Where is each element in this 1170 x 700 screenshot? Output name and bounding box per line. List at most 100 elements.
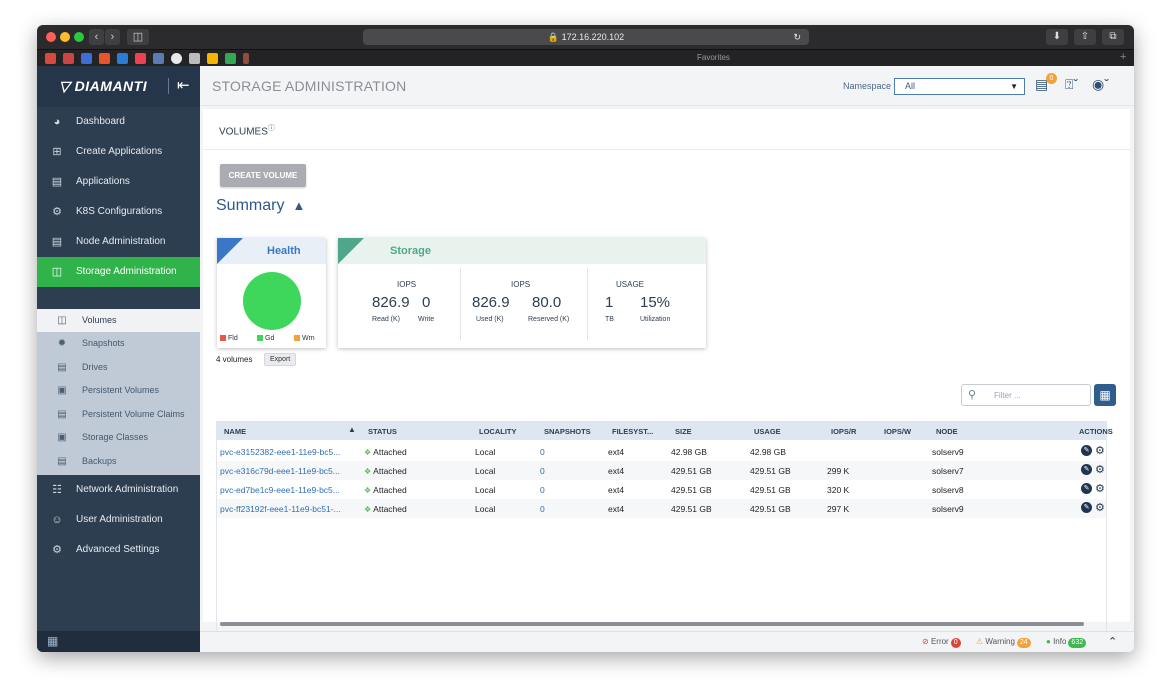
status-text: Attached (373, 447, 407, 457)
sidebar-item-user-administration[interactable]: ☺ User Administration (37, 505, 200, 535)
favorite-gmail-icon[interactable] (45, 53, 56, 64)
export-button[interactable]: Export (264, 353, 297, 366)
favorite-mail-icon[interactable] (63, 53, 74, 64)
sidebar-item-node-administration[interactable]: ▤ Node Administration (37, 227, 200, 257)
submenu-item-persistent-volumes[interactable]: ▣ Persistent Volumes (37, 379, 200, 402)
info-icon[interactable]: ⓘ (268, 125, 275, 132)
minimize-window-button[interactable] (60, 32, 70, 42)
size-cell: 429.51 GB (671, 485, 712, 495)
column-header-locality[interactable]: LOCALITY (479, 427, 517, 436)
column-header-snapshots[interactable]: SNAPSHOTS (544, 427, 591, 436)
edit-icon[interactable]: ✎ (1081, 483, 1092, 494)
volume-name-link[interactable]: pvc-e3152382-eee1-11e9-bc5... (220, 447, 340, 457)
namespace-label: Namespace (843, 81, 892, 91)
settings-cog-icon[interactable]: ⚙ (1095, 463, 1105, 476)
help-icon[interactable]: ⍰ˇ (1065, 76, 1078, 93)
favorite-folder-icon[interactable] (243, 53, 249, 64)
calendar-icon[interactable]: ▦ (47, 634, 58, 648)
summary-label: Summary (216, 197, 285, 214)
sidebar-item-applications[interactable]: ▤ Applications (37, 167, 200, 197)
settings-cog-icon[interactable]: ⚙ (1095, 501, 1105, 514)
column-header-filesystem[interactable]: FILESYST... (612, 427, 653, 436)
column-chooser-button[interactable]: ▦ (1094, 384, 1116, 406)
health-legend-warning: Wrn (294, 335, 315, 342)
main-content: VOLUMESⓘ CREATE VOLUME Summary ▲ Health F… (203, 109, 1130, 635)
downloads-icon[interactable]: ⬇ (1046, 29, 1068, 45)
submenu-item-backups[interactable]: ▤ Backups (37, 450, 200, 473)
volume-name-link[interactable]: pvc-ff23192f-eee1-11e9-bc51-... (220, 504, 341, 514)
summary-toggle[interactable]: Summary ▲ (216, 197, 305, 215)
sidebar-item-advanced-settings[interactable]: ⚙ Advanced Settings (37, 535, 200, 565)
info-status[interactable]: ● Info 632 (1046, 637, 1087, 648)
snapshots-cell[interactable]: 0 (540, 466, 545, 476)
favorite-office-icon[interactable] (99, 53, 110, 64)
snapshots-cell[interactable]: 0 (540, 447, 545, 457)
column-header-iops-w[interactable]: IOPS/W (884, 427, 911, 436)
column-header-iops-r[interactable]: IOPS/R (831, 427, 856, 436)
sort-up-icon[interactable]: ▲ (348, 425, 356, 434)
database-icon: ◫ (57, 315, 67, 326)
snapshots-cell[interactable]: 0 (540, 504, 545, 514)
column-header-node[interactable]: NODE (936, 427, 958, 436)
tabs-icon[interactable]: ⧉ (1102, 29, 1124, 45)
submenu-item-volumes[interactable]: ◫ Volumes (37, 309, 200, 332)
collapse-menu-icon[interactable]: ⇤ (177, 76, 190, 94)
forward-button[interactable]: › (105, 29, 120, 45)
reload-icon[interactable]: ↻ (793, 29, 801, 45)
column-header-size[interactable]: SIZE (675, 427, 692, 436)
submenu-item-drives[interactable]: ▤ Drives (37, 356, 200, 379)
edit-icon[interactable]: ✎ (1081, 502, 1092, 513)
settings-cog-icon[interactable]: ⚙ (1095, 482, 1105, 495)
sidebar-toggle-button[interactable]: ◫ (127, 29, 149, 45)
namespace-select[interactable]: All ▼ (894, 78, 1025, 95)
brand-logo[interactable]: ▽ DIAMANTI (59, 78, 147, 95)
settings-cog-icon[interactable]: ⚙ (1095, 444, 1105, 457)
user-avatar-icon[interactable]: ◉ˇ (1092, 76, 1109, 93)
submenu-item-snapshots[interactable]: ✹ Snapshots (37, 332, 200, 355)
favorite-github-icon[interactable] (171, 53, 182, 64)
sidebar-item-network-administration[interactable]: ☷ Network Administration (37, 475, 200, 505)
share-icon[interactable]: ⇧ (1074, 29, 1096, 45)
submenu-item-persistent-volume-claims[interactable]: ▤ Persistent Volume Claims (37, 403, 200, 426)
browser-titlebar: ‹ › ◫ 🔒 172.16.220.102 ↻ ⬇ ⇧ ⧉ (37, 25, 1134, 49)
iops-r-cell: 299 K (827, 466, 850, 476)
backup-icon: ▤ (57, 456, 67, 467)
warning-status[interactable]: ⚠ Warning 24 (976, 637, 1031, 648)
column-header-name[interactable]: NAME (224, 427, 246, 436)
column-header-status[interactable]: STATUS (368, 427, 397, 436)
filter-input[interactable]: ⚲ Filter ... (961, 384, 1091, 406)
horizontal-scrollbar[interactable] (220, 622, 1084, 626)
back-button[interactable]: ‹ (89, 29, 104, 45)
usage-cell: 429.51 GB (750, 466, 791, 476)
edit-icon[interactable]: ✎ (1081, 445, 1092, 456)
camera-shutter-icon: ✹ (57, 338, 67, 349)
new-tab-icon[interactable]: + (1120, 51, 1126, 63)
edit-icon[interactable]: ✎ (1081, 464, 1092, 475)
snapshots-cell[interactable]: 0 (540, 485, 545, 495)
zoom-window-button[interactable] (74, 32, 84, 42)
volume-name-link[interactable]: pvc-ed7be1c9-eee1-11e9-bc5... (220, 485, 340, 495)
favorite-calendar-icon[interactable] (81, 53, 92, 64)
favorite-camera-icon[interactable] (189, 53, 200, 64)
chevron-up-icon[interactable]: ⌃ (1108, 635, 1117, 648)
close-window-button[interactable] (46, 32, 56, 42)
submenu-item-storage-classes[interactable]: ▣ Storage Classes (37, 426, 200, 449)
favorite-pocket-icon[interactable] (135, 53, 146, 64)
favorite-tool-icon[interactable] (153, 53, 164, 64)
sidebar-item-label: Advanced Settings (76, 544, 160, 555)
database-icon (338, 238, 364, 264)
favorite-drive-icon[interactable] (207, 53, 218, 64)
address-bar[interactable]: 🔒 172.16.220.102 ↻ (363, 29, 809, 45)
sidebar-item-create-applications[interactable]: ⊞ Create Applications (37, 137, 200, 167)
table-header: NAME ▲ STATUS LOCALITY SNAPSHOTS FILESYS… (217, 422, 1113, 440)
locality-cell: Local (475, 447, 496, 457)
sidebar-item-k8s-configurations[interactable]: ⚙ K8S Configurations (37, 197, 200, 227)
sidebar-item-dashboard[interactable]: ◕ Dashboard (37, 107, 200, 137)
column-header-usage[interactable]: USAGE (754, 427, 781, 436)
error-status[interactable]: ⊘ Error 0 (922, 637, 961, 648)
create-volume-button[interactable]: CREATE VOLUME (220, 164, 306, 187)
favorite-outlook-icon[interactable] (117, 53, 128, 64)
volume-name-link[interactable]: pvc-e316c79d-eee1-11e9-bc5... (220, 466, 340, 476)
sidebar-item-storage-administration[interactable]: ◫ Storage Administration (37, 257, 200, 287)
favorite-sheets-icon[interactable] (225, 53, 236, 64)
